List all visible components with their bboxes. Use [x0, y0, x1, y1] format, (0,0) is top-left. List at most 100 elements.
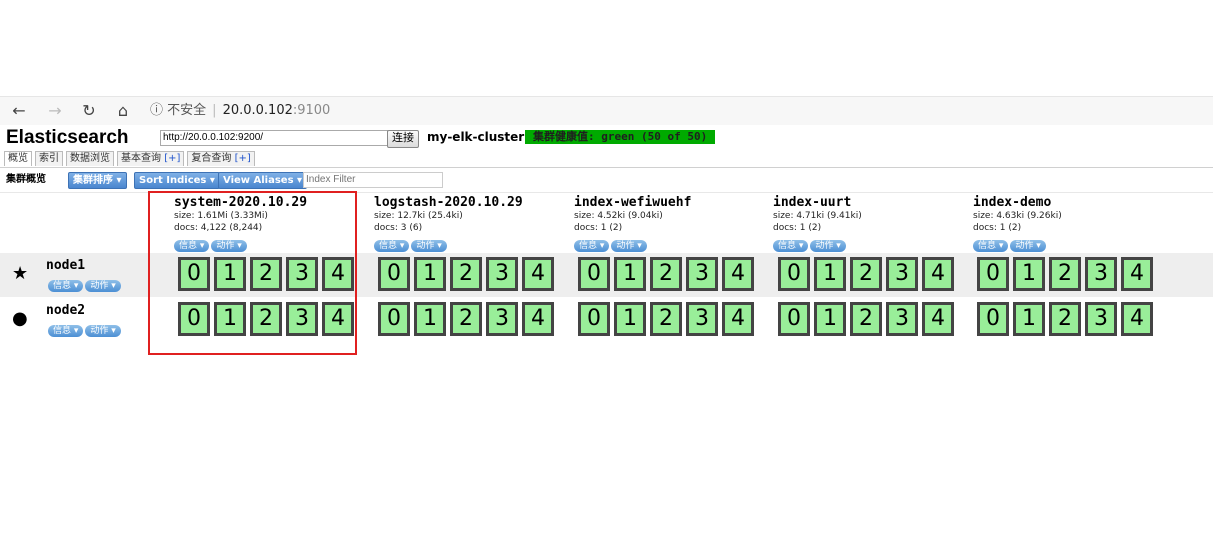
shard-block[interactable]: 3: [686, 257, 718, 291]
shard-block[interactable]: 3: [1085, 302, 1117, 336]
address-bar[interactable]: ⓘ 不安全 | 20.0.0.102:9100: [150, 100, 330, 122]
connect-button[interactable]: 连接: [387, 130, 419, 148]
shard-group: 01234: [977, 257, 1157, 291]
shard-block[interactable]: 2: [450, 302, 482, 336]
sort-indices-button[interactable]: Sort Indices ▾: [134, 172, 220, 189]
index-action-button[interactable]: 动作 ▾: [411, 240, 447, 252]
shard-block[interactable]: 1: [414, 302, 446, 336]
cluster-name: my-elk-cluster: [427, 130, 525, 144]
shard-block[interactable]: 2: [850, 257, 882, 291]
node-action-button[interactable]: 动作 ▾: [85, 325, 121, 337]
shard-group: 01234: [778, 302, 958, 336]
tab-indices[interactable]: 索引: [35, 151, 63, 166]
home-icon[interactable]: ⌂: [112, 100, 134, 122]
index-docs: docs: 1 (2): [973, 223, 1022, 233]
back-arrow-icon[interactable]: ←: [8, 100, 30, 122]
index-action-button[interactable]: 动作 ▾: [810, 240, 846, 252]
info-icon[interactable]: ⓘ: [150, 103, 163, 118]
shard-block[interactable]: 0: [977, 302, 1009, 336]
shard-block[interactable]: 0: [778, 257, 810, 291]
shard-block[interactable]: 4: [1121, 302, 1153, 336]
reload-icon[interactable]: ↻: [78, 100, 100, 122]
tab-basic-query[interactable]: 基本查询 [+]: [117, 151, 185, 166]
shard-block[interactable]: 0: [578, 257, 610, 291]
shard-block[interactable]: 1: [1013, 302, 1045, 336]
tab-overview[interactable]: 概览: [4, 151, 32, 166]
index-filter-input[interactable]: [303, 172, 443, 188]
shard-block[interactable]: 1: [614, 302, 646, 336]
index-action-button[interactable]: 动作 ▾: [611, 240, 647, 252]
shard-block[interactable]: 2: [450, 257, 482, 291]
index-column: logstash-2020.10.29 size: 12.7ki (25.4ki)…: [374, 195, 564, 252]
shard-block[interactable]: 2: [1049, 257, 1081, 291]
shard-group: 01234: [977, 302, 1157, 336]
app-title: Elasticsearch: [6, 127, 129, 148]
index-name: index-uurt: [773, 195, 852, 210]
index-info-button[interactable]: 信息 ▾: [374, 240, 410, 252]
shard-block[interactable]: 4: [922, 257, 954, 291]
forward-arrow-icon[interactable]: →: [44, 100, 66, 122]
index-name: logstash-2020.10.29: [374, 195, 523, 210]
index-info-button[interactable]: 信息 ▾: [574, 240, 610, 252]
shard-block[interactable]: 0: [778, 302, 810, 336]
shard-block[interactable]: 2: [850, 302, 882, 336]
shard-block[interactable]: 2: [650, 257, 682, 291]
index-docs: docs: 1 (2): [574, 223, 623, 233]
shard-block[interactable]: 2: [1049, 302, 1081, 336]
index-column: index-uurt size: 4.71ki (9.41ki) docs: 1 (…: [773, 195, 963, 252]
index-docs: docs: 1 (2): [773, 223, 822, 233]
index-column: index-demo size: 4.63ki (9.26ki) docs: 1 (…: [973, 195, 1163, 252]
connection-url-input[interactable]: [160, 130, 388, 146]
shard-block[interactable]: 4: [922, 302, 954, 336]
shard-block[interactable]: 4: [1121, 257, 1153, 291]
shard-block[interactable]: 1: [614, 257, 646, 291]
shard-block[interactable]: 4: [522, 257, 554, 291]
shard-block[interactable]: 1: [1013, 257, 1045, 291]
shard-block[interactable]: 3: [486, 302, 518, 336]
shard-block[interactable]: 4: [722, 257, 754, 291]
cluster-overview-label: 集群概览: [6, 174, 46, 185]
shard-block[interactable]: 3: [686, 302, 718, 336]
node-info-button[interactable]: 信息 ▾: [48, 280, 84, 292]
tab-bar: 概览 索引 数据浏览 基本查询 [+] 复合查询 [+]: [4, 151, 258, 167]
shard-block[interactable]: 4: [522, 302, 554, 336]
tab-compound-query[interactable]: 复合查询 [+]: [187, 151, 255, 166]
index-docs: docs: 3 (6): [374, 223, 423, 233]
cluster-sort-button[interactable]: 集群排序 ▾: [68, 172, 127, 189]
shard-block[interactable]: 3: [1085, 257, 1117, 291]
shard-group: 01234: [578, 257, 758, 291]
shard-block[interactable]: 2: [650, 302, 682, 336]
shard-block[interactable]: 3: [886, 302, 918, 336]
cluster-health-badge: 集群健康值: green (50 of 50): [525, 130, 716, 144]
node-name: node1: [46, 258, 86, 273]
shard-group: 01234: [578, 302, 758, 336]
node-info-button[interactable]: 信息 ▾: [48, 325, 84, 337]
tab-browser[interactable]: 数据浏览: [66, 151, 114, 166]
index-info-button[interactable]: 信息 ▾: [773, 240, 809, 252]
shard-block[interactable]: 1: [414, 257, 446, 291]
index-action-button[interactable]: 动作 ▾: [1010, 240, 1046, 252]
shard-group: 01234: [378, 257, 558, 291]
shard-block[interactable]: 1: [814, 302, 846, 336]
shard-group: 01234: [778, 257, 958, 291]
shard-block[interactable]: 4: [722, 302, 754, 336]
index-column: index-wefiwuehf size: 4.52ki (9.04ki) docs…: [574, 195, 764, 252]
shard-block[interactable]: 0: [378, 302, 410, 336]
security-label: 不安全: [167, 103, 207, 118]
shard-block[interactable]: 0: [977, 257, 1009, 291]
view-aliases-button[interactable]: View Aliases ▾: [218, 172, 308, 189]
shard-block[interactable]: 1: [814, 257, 846, 291]
index-info-button[interactable]: 信息 ▾: [973, 240, 1009, 252]
shard-group: 01234: [378, 302, 558, 336]
shard-block[interactable]: 0: [378, 257, 410, 291]
index-size: size: 4.52ki (9.04ki): [574, 211, 663, 221]
address-port: :9100: [292, 103, 331, 118]
star-icon: ★: [12, 263, 29, 284]
index-size: size: 12.7ki (25.4ki): [374, 211, 463, 221]
highlight-box: [148, 191, 357, 355]
shard-block[interactable]: 3: [486, 257, 518, 291]
shard-block[interactable]: 3: [886, 257, 918, 291]
node-action-button[interactable]: 动作 ▾: [85, 280, 121, 292]
index-size: size: 4.63ki (9.26ki): [973, 211, 1062, 221]
shard-block[interactable]: 0: [578, 302, 610, 336]
